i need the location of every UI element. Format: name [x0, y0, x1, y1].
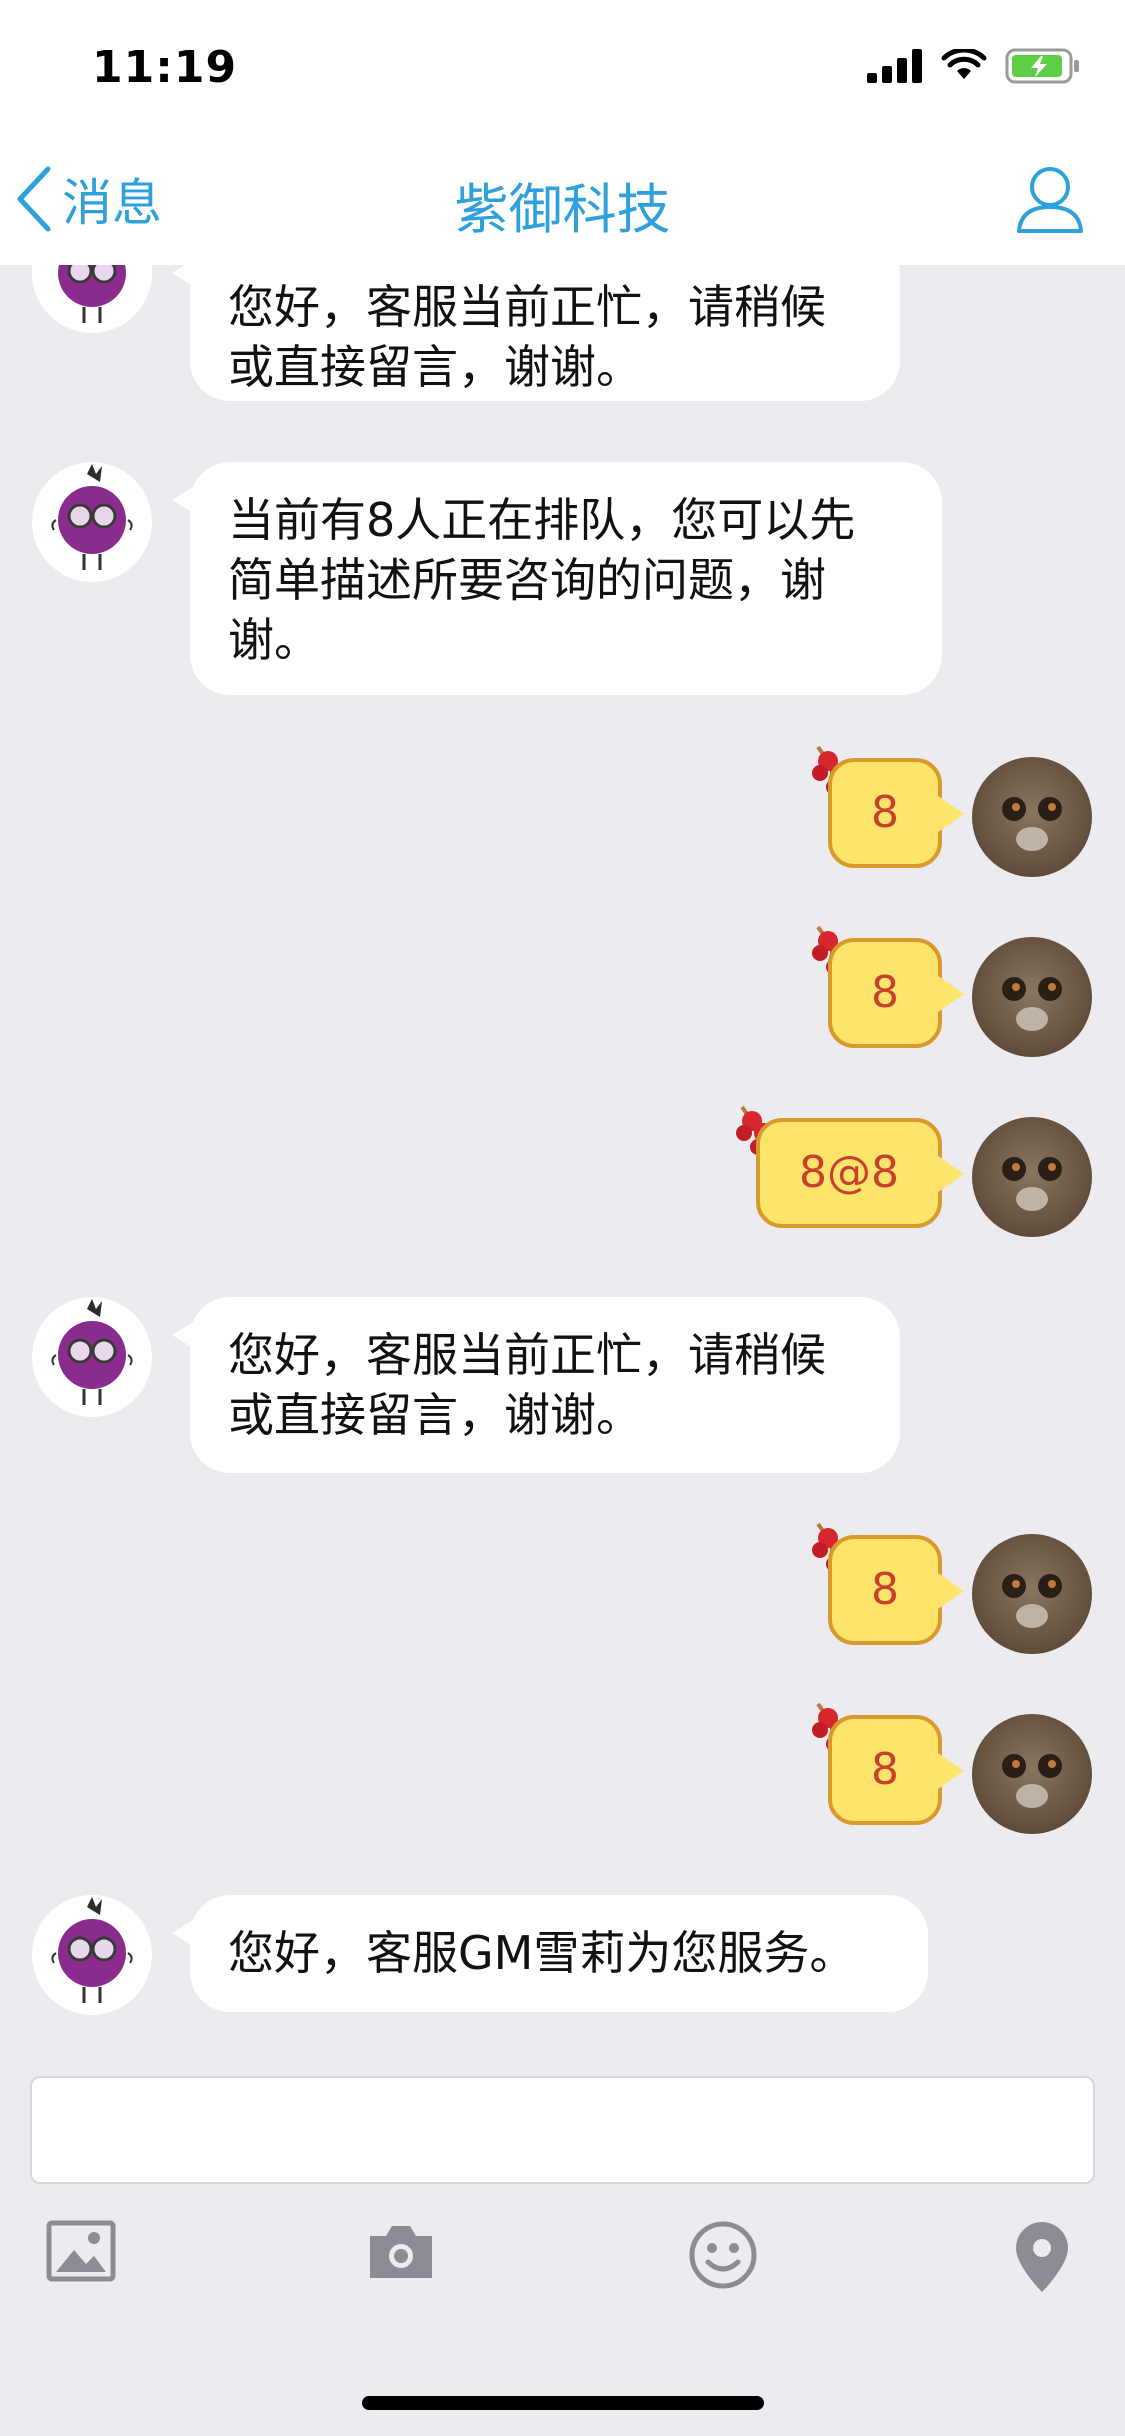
cat-avatar-icon	[1002, 797, 1062, 851]
message-bubble-sticker[interactable]: 8	[828, 938, 964, 1048]
mascot-icon	[51, 1897, 133, 2003]
bot-avatar[interactable]	[32, 265, 152, 333]
nav-bar: 消息 紫御科技	[0, 135, 1125, 265]
page-title: 紫御科技	[454, 178, 671, 241]
image-button[interactable]	[46, 2220, 116, 2286]
message-bubble[interactable]: 您好，客服当前正忙，请稍候 或直接留言，谢谢。	[172, 265, 900, 401]
user-avatar[interactable]	[972, 1714, 1092, 1834]
mascot-icon	[51, 1299, 133, 1405]
bot-avatar[interactable]	[32, 1297, 152, 1417]
image-icon	[46, 2220, 116, 2282]
user-avatar[interactable]	[972, 937, 1092, 1057]
user-avatar[interactable]	[972, 1534, 1092, 1654]
message-input[interactable]	[30, 2076, 1095, 2184]
message-bubble[interactable]: 您好，客服当前正忙，请稍候 或直接留言，谢谢。	[172, 1297, 900, 1473]
status-bar: 11:19	[0, 0, 1125, 135]
message-line: 您好，客服当前正忙，请稍候	[228, 280, 826, 334]
message-line: 当前有8人正在排队，您可以先	[228, 493, 856, 547]
message-line: 您好，客服当前正忙，请稍候	[228, 1328, 826, 1382]
emoji-button[interactable]	[688, 2220, 758, 2294]
user-icon	[1017, 167, 1083, 233]
cat-avatar-icon	[1002, 1157, 1062, 1211]
home-indicator[interactable]	[362, 2396, 764, 2410]
status-icons	[867, 48, 1081, 84]
camera-button[interactable]	[366, 2220, 436, 2286]
cat-avatar-icon	[1002, 1754, 1062, 1808]
message-line: 您好，客服GM雪莉为您服务。	[228, 1926, 856, 1980]
bot-avatar[interactable]	[32, 462, 152, 582]
status-time: 11:19	[92, 42, 238, 93]
message-line: 谢。	[228, 613, 320, 667]
message-line: 或直接留言，谢谢。	[228, 1388, 642, 1442]
mascot-icon	[51, 464, 133, 570]
emoji-icon	[689, 2221, 757, 2289]
message-bubble-sticker[interactable]: 8@8	[756, 1118, 964, 1228]
user-avatar[interactable]	[972, 1117, 1092, 1237]
location-icon	[1016, 2222, 1068, 2292]
cat-avatar-icon	[1002, 1574, 1062, 1628]
signal-icon	[867, 49, 922, 83]
mascot-icon	[58, 265, 126, 323]
profile-button[interactable]	[1015, 163, 1085, 239]
user-avatar[interactable]	[972, 757, 1092, 877]
message-line: 简单描述所要咨询的问题，谢	[228, 553, 826, 607]
message-bubble[interactable]: 当前有8人正在排队，您可以先 简单描述所要咨询的问题，谢 谢。	[172, 462, 942, 695]
bot-avatar[interactable]	[32, 1895, 152, 2015]
message-list[interactable]: 您好，客服当前正忙，请稍候 或直接留言，谢谢。 当前有8人正在排队，您可以先 简…	[0, 265, 1125, 2075]
input-toolbar	[0, 2220, 1125, 2320]
cat-avatar-icon	[1002, 977, 1062, 1031]
camera-icon	[370, 2226, 432, 2278]
wifi-icon	[941, 49, 987, 79]
message-bubble-sticker[interactable]: 8	[828, 1715, 964, 1825]
battery-icon	[1005, 48, 1079, 84]
message-bubble[interactable]: 您好，客服GM雪莉为您服务。	[172, 1895, 928, 2012]
message-bubble-sticker[interactable]: 8	[828, 758, 964, 868]
message-line: 或直接留言，谢谢。	[228, 340, 642, 394]
message-bubble-sticker[interactable]: 8	[828, 1535, 964, 1645]
location-button[interactable]	[1012, 2220, 1072, 2298]
